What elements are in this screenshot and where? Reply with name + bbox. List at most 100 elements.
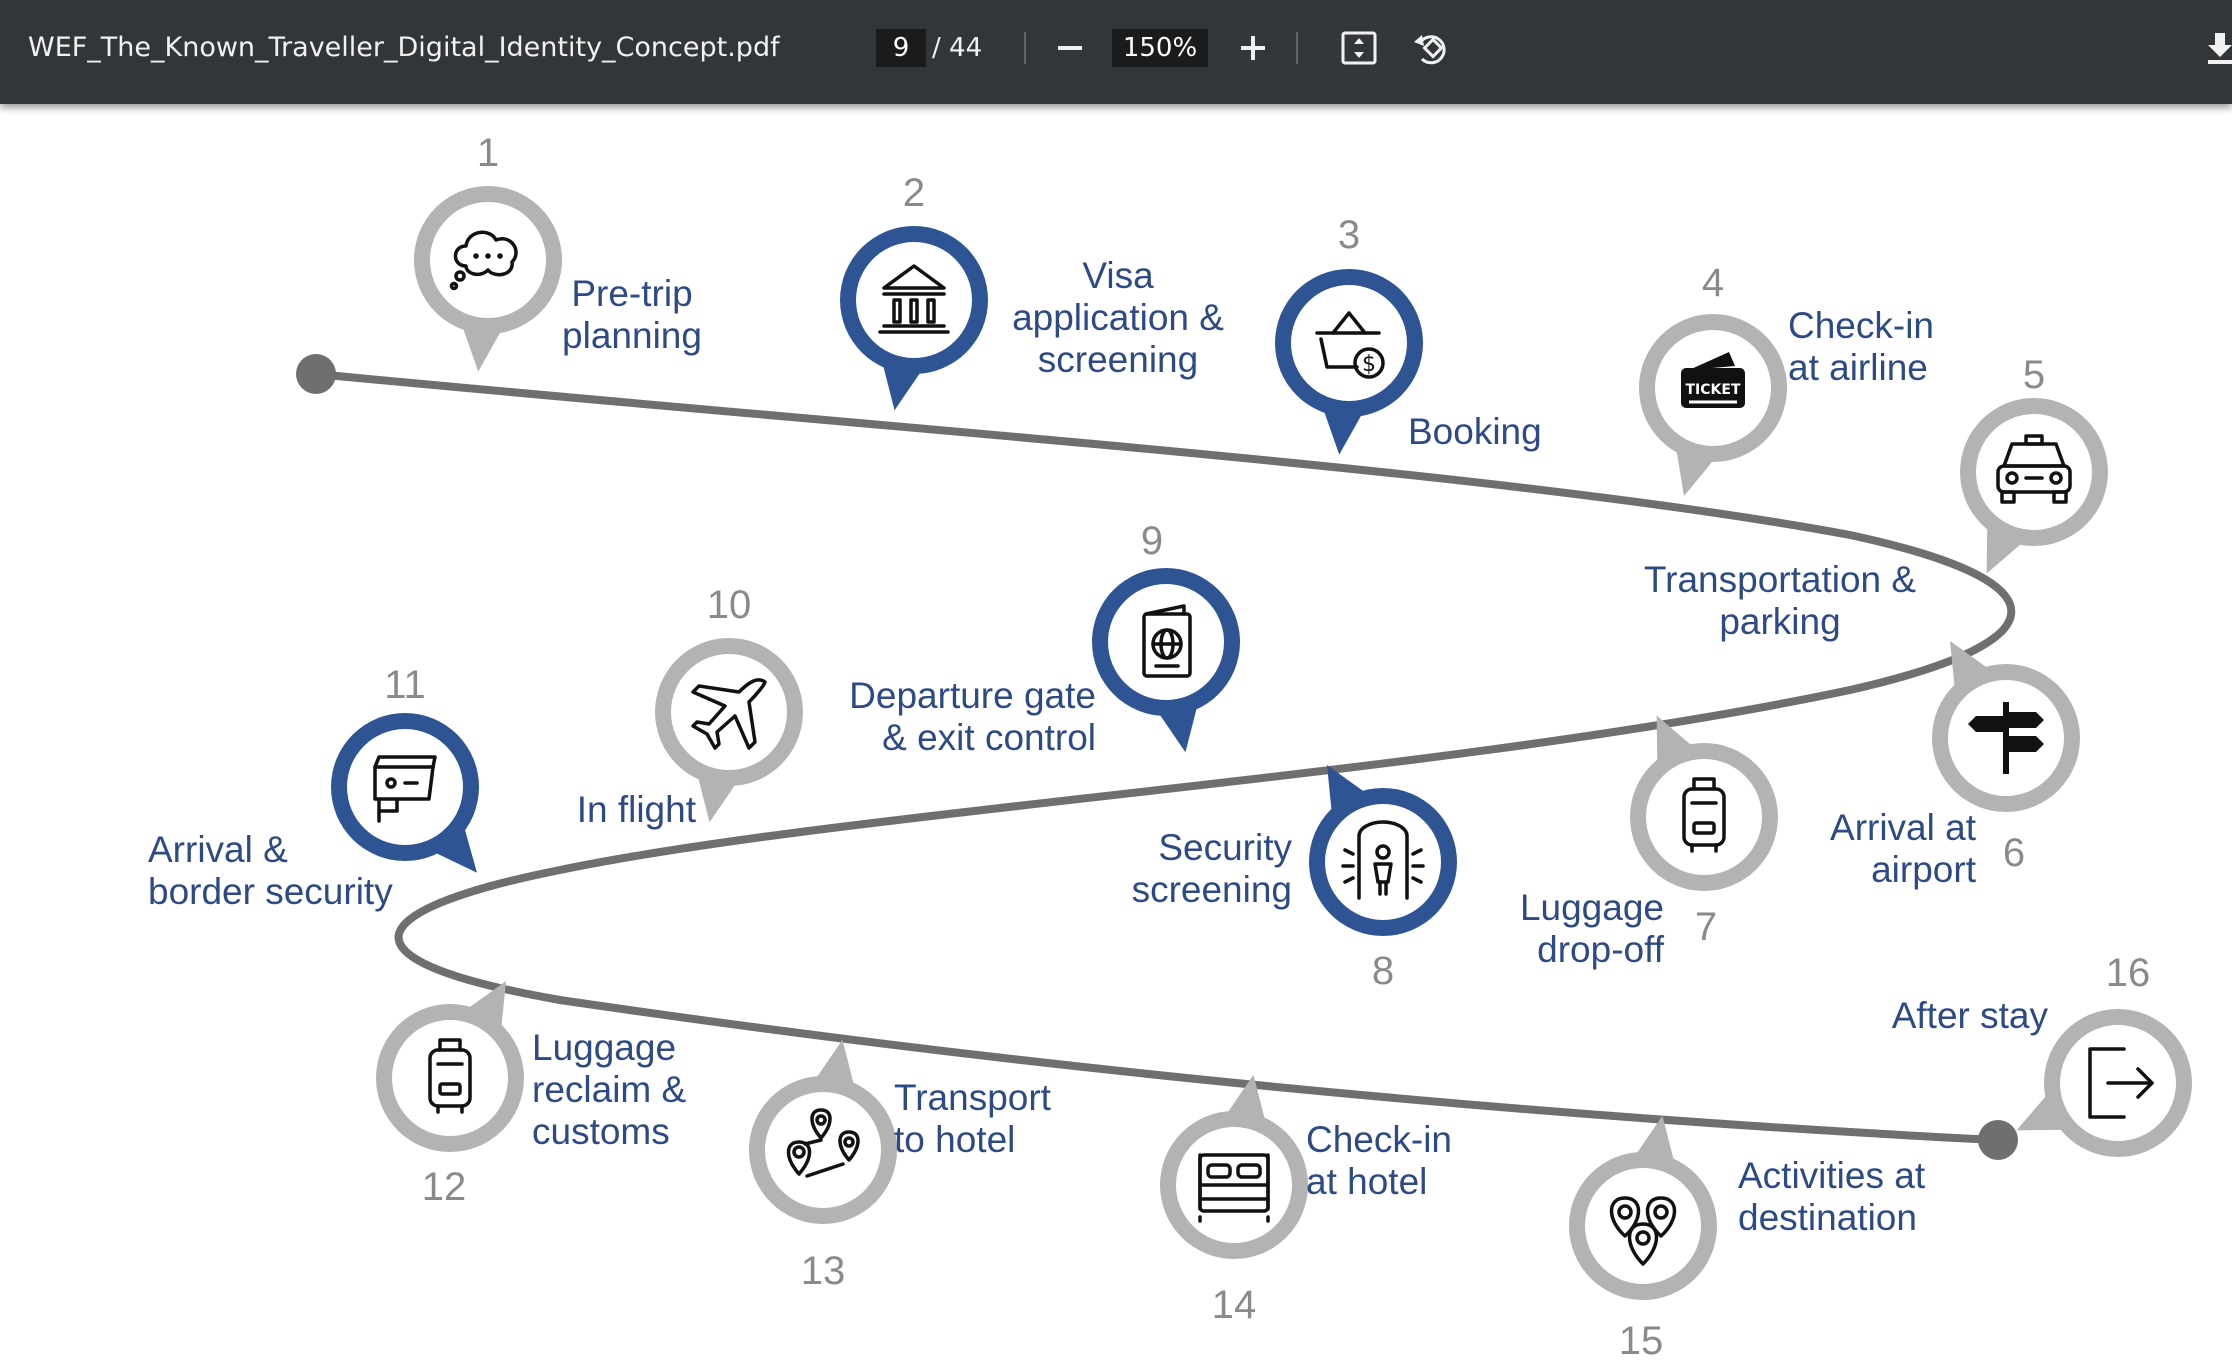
document-title: WEF_The_Known_Traveller_Digital_Identity… <box>28 32 780 63</box>
step-label-line: to hotel <box>894 1119 1015 1160</box>
rotate-icon <box>1414 35 1446 65</box>
step-marker <box>1275 269 1423 455</box>
step-label-line: & exit control <box>882 717 1096 758</box>
step-number: 1 <box>477 131 499 175</box>
step-number: 4 <box>1702 261 1724 305</box>
step-marker <box>1309 765 1457 936</box>
pdf-toolbar: WEF_The_Known_Traveller_Digital_Identity… <box>0 0 2232 104</box>
step-number: 5 <box>2023 353 2045 397</box>
toolbar-divider <box>1296 32 1298 64</box>
fit-page-icon <box>1341 31 1377 65</box>
step-label: Luggage drop-off <box>1520 887 1665 970</box>
step-label-line: screening <box>1038 339 1198 380</box>
step-label: Security screening <box>1132 827 1293 910</box>
journey-step-14: 14 Check-in at hotel <box>1160 1074 1452 1327</box>
journey-step-13: 13 Transport to hotel <box>749 1039 1052 1293</box>
step-marker <box>1569 1115 1717 1300</box>
step-label: Transport to hotel <box>894 1077 1052 1160</box>
step-label-line: Transportation & <box>1644 559 1916 600</box>
step-number: 15 <box>1619 1319 1664 1360</box>
pdf-page: 1 Pre-trip planning 2 Visa application & scree… <box>0 0 2232 1363</box>
step-label: Check-in at hotel <box>1306 1119 1452 1202</box>
step-label-line: destination <box>1738 1197 1917 1238</box>
step-label-line: planning <box>562 315 702 356</box>
step-number: 16 <box>2106 951 2151 995</box>
download-button[interactable] <box>2196 24 2232 72</box>
download-icon <box>2208 33 2232 64</box>
step-label-line: Pre-trip <box>571 273 692 314</box>
step-marker <box>1092 568 1240 753</box>
journey-step-10: 10 In flight <box>577 583 803 830</box>
step-number: 2 <box>903 171 925 215</box>
step-label-line: Check-in <box>1788 305 1934 346</box>
step-label-line: border security <box>148 871 393 912</box>
rotate-button[interactable] <box>1407 24 1455 72</box>
step-label-line: Luggage <box>532 1027 676 1068</box>
step-label: Visa application & screening <box>1012 255 1224 380</box>
step-marker <box>414 186 562 372</box>
journey-step-8: 8 Security screening <box>1132 765 1457 993</box>
step-label-line: Visa <box>1082 255 1154 296</box>
journey-step-6: 6 Arrival at airport <box>1830 641 2080 890</box>
svg-text:$: $ <box>1362 352 1376 377</box>
step-marker <box>749 1039 897 1224</box>
step-number: 9 <box>1141 519 1163 563</box>
step-number: 14 <box>1212 1283 1257 1327</box>
step-marker <box>840 226 988 411</box>
journey-path <box>312 370 2016 1144</box>
svg-text:TICKET: TICKET <box>1686 382 1741 398</box>
plus-icon <box>1241 36 1265 60</box>
page-number-input[interactable]: 9 <box>876 29 926 67</box>
step-number: 13 <box>801 1249 846 1293</box>
step-label: After stay <box>1892 995 2049 1036</box>
step-label: Check-in at airline <box>1788 305 1934 388</box>
step-label-line: airport <box>1871 849 1977 890</box>
step-label: Activities at destination <box>1738 1155 1926 1238</box>
step-label-line: customs <box>532 1111 670 1152</box>
step-label-line: application & <box>1012 297 1224 338</box>
step-label-line: Booking <box>1408 411 1542 452</box>
minus-icon <box>1058 46 1082 50</box>
step-number: 6 <box>2003 831 2025 875</box>
zoom-out-button[interactable] <box>1046 24 1094 72</box>
journey-start-dot <box>296 354 336 394</box>
step-label: Booking <box>1408 411 1542 452</box>
step-number: 11 <box>384 663 426 707</box>
step-label-line: Luggage <box>1520 887 1664 928</box>
step-label-line: at airline <box>1788 347 1928 388</box>
step-label-line: Transport <box>894 1077 1052 1118</box>
step-label-line: Security <box>1158 827 1292 868</box>
step-label: Departure gate & exit control <box>849 675 1096 758</box>
fit-page-button[interactable] <box>1335 24 1383 72</box>
step-label: Transportation & parking <box>1644 559 1916 642</box>
journey-diagram: 1 Pre-trip planning 2 Visa application & scree… <box>148 131 2192 1363</box>
step-label-line: at hotel <box>1306 1161 1427 1202</box>
step-label-line: Arrival at <box>1830 807 1977 848</box>
step-label-line: parking <box>1719 601 1840 642</box>
step-label-line: Arrival & <box>148 829 288 870</box>
toolbar-divider <box>1024 32 1026 64</box>
step-marker <box>376 981 524 1152</box>
step-label: In flight <box>577 789 697 830</box>
journey-end-dot <box>1978 1120 2018 1160</box>
step-label-line: In flight <box>577 789 697 830</box>
journey-step-16: 16 After stay <box>1892 951 2192 1157</box>
step-number: 12 <box>422 1165 467 1209</box>
step-marker <box>1160 1074 1308 1259</box>
step-label-line: drop-off <box>1537 929 1665 970</box>
step-number: 10 <box>707 583 752 627</box>
step-label-line: reclaim & <box>532 1069 687 1110</box>
journey-step-4: TICKET 4 Check-in at airline <box>1639 261 1934 497</box>
zoom-level-input[interactable]: 150% <box>1112 29 1208 67</box>
step-marker <box>331 713 479 873</box>
step-label-line: Activities at <box>1738 1155 1926 1196</box>
step-label: Luggage reclaim & customs <box>532 1027 687 1152</box>
journey-step-3: $3 Booking <box>1275 213 1542 455</box>
journey-step-1: 1 Pre-trip planning <box>414 131 702 372</box>
step-label-line: Departure gate <box>849 675 1096 716</box>
step-marker <box>1960 398 2108 574</box>
journey-step-9: 9 Departure gate & exit control <box>849 519 1240 758</box>
zoom-in-button[interactable] <box>1229 24 1277 72</box>
step-number: 8 <box>1372 949 1394 993</box>
journey-step-11: 11 Arrival & border security <box>148 663 479 912</box>
